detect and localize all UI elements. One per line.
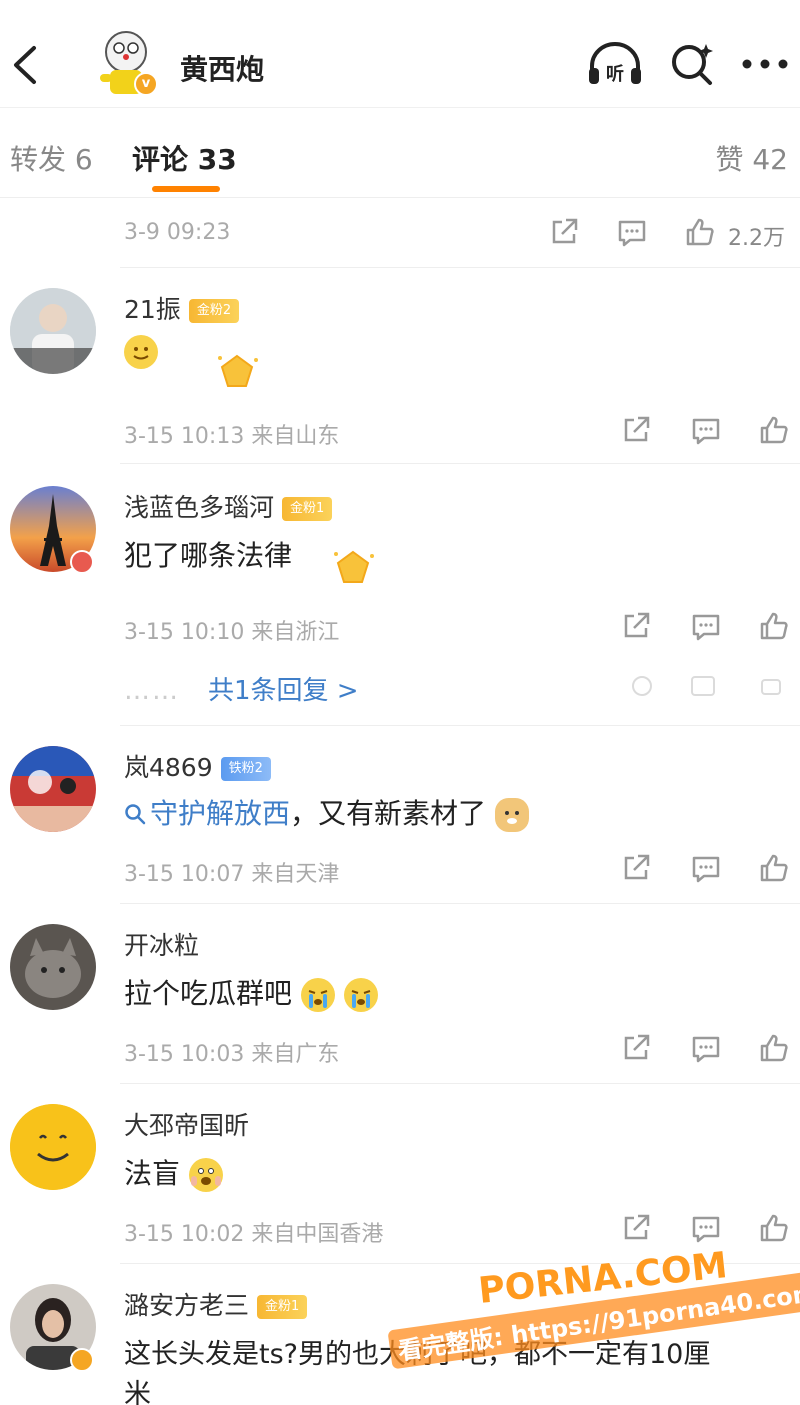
share-icon[interactable]: [620, 610, 652, 642]
faded-action-icons: [626, 674, 786, 698]
verified-badge-icon: [70, 1348, 94, 1372]
comment-icon[interactable]: [690, 1032, 722, 1064]
comment-item: 开冰粒 拉个吃瓜群吧 3-15 10:03 来自广东: [0, 904, 800, 1084]
share-icon[interactable]: [620, 1212, 652, 1244]
post-like-count: 2.2万: [728, 226, 785, 251]
avatar[interactable]: [10, 924, 96, 1010]
search-icon[interactable]: [668, 40, 716, 88]
comment-meta: 3-15 10:03 来自广东: [124, 1042, 340, 1067]
comment-text: ，又有新素材了: [290, 797, 487, 830]
scared-emoji-icon: [188, 1158, 223, 1192]
like-icon[interactable]: [758, 1212, 790, 1244]
username-text[interactable]: 潞安方老三: [124, 1291, 249, 1320]
comment-item: 岚4869 铁粉2 守护解放西，又有新素材了 3-15 10:07 来自天津: [0, 726, 800, 904]
more-options-icon[interactable]: [740, 58, 790, 70]
comment-meta: 3-15 10:13 来自山东: [124, 424, 340, 449]
smile-emoji-icon: [124, 335, 158, 369]
comment-text: 拉个吃瓜群吧: [124, 977, 293, 1010]
like-icon[interactable]: [758, 610, 790, 642]
gold-fan-sparkle-icon: [218, 354, 258, 387]
avatar[interactable]: [10, 1104, 96, 1190]
comment-text: 法盲: [124, 1157, 181, 1190]
reply-dots: ……: [124, 676, 180, 706]
comment-content: 犯了哪条法律: [124, 539, 293, 572]
gold-fan-sparkle-icon: [334, 550, 374, 583]
comment-username[interactable]: 岚4869 铁粉2: [124, 748, 271, 784]
doge-emoji-icon: [494, 798, 529, 832]
comment-content: 守护解放西，又有新素材了: [124, 792, 529, 832]
replies-count-label[interactable]: 共1条回复 >: [208, 676, 359, 706]
like-icon[interactable]: [758, 414, 790, 446]
like-icon[interactable]: [758, 852, 790, 884]
tab-likes[interactable]: 赞 42: [715, 138, 788, 178]
like-icon[interactable]: [758, 1032, 790, 1064]
like-icon[interactable]: [684, 216, 716, 248]
painted-face-photo-icon: [10, 746, 96, 832]
member-badge-icon: [70, 550, 94, 574]
active-tab-indicator: [152, 186, 220, 192]
crying-emoji-icon: [343, 978, 378, 1012]
back-arrow-icon[interactable]: [6, 40, 46, 90]
comment-meta: 3-15 10:02 来自中国香港: [124, 1222, 384, 1247]
topic-text[interactable]: 守护解放西: [150, 797, 290, 830]
listen-label: 听: [606, 63, 624, 85]
comment-item: 浅蓝色多瑙河 金粉1 犯了哪条法律 3-15 10:10 来自浙江 …… 共1条回复…: [0, 464, 800, 726]
fan-badge: 铁粉2: [220, 757, 271, 781]
comment-icon[interactable]: [690, 414, 722, 446]
comment-username[interactable]: 浅蓝色多瑙河 金粉1: [124, 488, 333, 524]
author-avatar[interactable]: v: [96, 30, 158, 98]
comment-content-line2: 米: [124, 1379, 151, 1405]
fan-badge: 金粉1: [257, 1295, 308, 1319]
comment-username[interactable]: 21振 金粉2: [124, 290, 240, 326]
comment-item: 大邳帝国昕 法盲 3-15 10:02 来自中国香港: [0, 1084, 800, 1264]
fan-badge: 金粉2: [188, 299, 240, 323]
share-icon[interactable]: [620, 1032, 652, 1064]
comment-meta: 3-15 10:07 来自天津: [124, 862, 340, 887]
comment-content: 法盲: [124, 1152, 223, 1192]
top-bar: v 黄西炮 听: [0, 0, 800, 108]
username-text[interactable]: 21振: [124, 295, 181, 324]
person-photo-icon: [10, 288, 96, 374]
comment-item: 21振 金粉2 3-15 10:13 来自山东: [0, 268, 800, 464]
crying-emoji-icon: [300, 978, 335, 1012]
tab-reposts[interactable]: 转发 6: [10, 138, 93, 178]
listen-headphones-icon[interactable]: 听: [586, 40, 644, 88]
comment-username[interactable]: 潞安方老三 金粉1: [124, 1286, 308, 1322]
share-icon[interactable]: [620, 852, 652, 884]
username-text[interactable]: 浅蓝色多瑙河: [124, 493, 274, 522]
comment-meta: 3-15 10:10 来自浙江: [124, 620, 340, 645]
cat-photo-icon: [10, 924, 96, 1010]
share-icon[interactable]: [548, 216, 580, 248]
post-timestamp: 3-9 09:23: [124, 220, 231, 245]
avatar[interactable]: [10, 746, 96, 832]
comment-icon[interactable]: [690, 852, 722, 884]
fan-badge: 金粉1: [282, 497, 333, 521]
smiley-face-icon: [10, 1104, 96, 1190]
comment-username[interactable]: 开冰粒: [124, 926, 199, 962]
comment-content: 拉个吃瓜群吧: [124, 972, 378, 1012]
username-text[interactable]: 岚4869: [124, 753, 213, 782]
tab-comments[interactable]: 评论 33: [132, 138, 237, 178]
comment-content: [124, 334, 158, 369]
tab-bar: 转发 6 评论 33 赞 42: [0, 108, 800, 198]
avatar[interactable]: [10, 288, 96, 374]
comment-icon[interactable]: [616, 216, 648, 248]
author-name[interactable]: 黄西炮: [180, 48, 264, 88]
verified-badge: v: [134, 72, 158, 96]
post-meta-row: 3-9 09:23 2.2万: [0, 198, 800, 268]
magnifier-icon: [125, 804, 146, 825]
topic-search-link[interactable]: 守护解放西: [124, 797, 290, 830]
comment-username[interactable]: 大邳帝国昕: [124, 1106, 249, 1142]
share-icon[interactable]: [620, 414, 652, 446]
comment-icon[interactable]: [690, 1212, 722, 1244]
view-replies-link[interactable]: …… 共1条回复 >: [124, 670, 359, 707]
comment-icon[interactable]: [690, 610, 722, 642]
